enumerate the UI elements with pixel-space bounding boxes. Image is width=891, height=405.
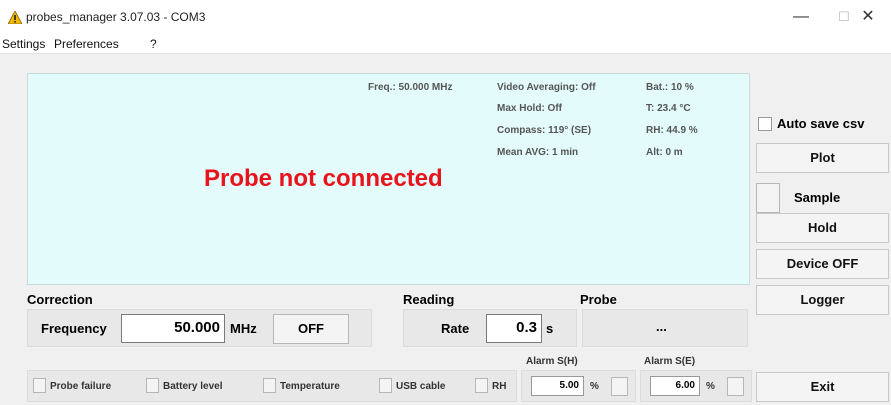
app-icon	[8, 11, 22, 24]
frequency-readout: Freq.: 50.000 MHz	[368, 82, 453, 93]
close-button[interactable]: ✕	[845, 0, 891, 34]
rh-indicator	[475, 378, 488, 393]
reading-section-label: Reading	[403, 292, 455, 307]
auto-save-label: Auto save csv	[777, 116, 865, 131]
plot-button[interactable]: Plot	[756, 143, 889, 173]
alarm-h-toggle[interactable]	[611, 377, 628, 396]
temperature-label: Temperature	[280, 381, 340, 392]
probe-status-message: Probe not connected	[204, 165, 443, 192]
exit-button[interactable]: Exit	[756, 372, 889, 402]
menu-help[interactable]: ?	[150, 37, 157, 51]
rh-label: RH	[492, 381, 507, 392]
sample-label: Sample	[794, 190, 841, 205]
menu-bar	[0, 34, 891, 54]
alarm-h-input[interactable]: 5.00	[531, 376, 584, 396]
minimize-button[interactable]: —	[778, 0, 824, 34]
logger-button[interactable]: Logger	[756, 285, 889, 315]
correction-section-label: Correction	[27, 292, 93, 307]
max-hold-readout: Max Hold: Off	[497, 103, 562, 114]
probe-failure-indicator	[33, 378, 46, 393]
temperature-indicator	[263, 378, 276, 393]
device-off-button[interactable]: Device OFF	[756, 249, 889, 279]
hold-button[interactable]: Hold	[756, 213, 889, 243]
frequency-input[interactable]: 50.000	[121, 314, 225, 343]
correction-off-button[interactable]: OFF	[273, 314, 349, 344]
frequency-label: Frequency	[41, 321, 107, 336]
alarm-e-label: Alarm S(E)	[644, 356, 696, 367]
battery-level-label: Battery level	[163, 381, 223, 392]
frequency-unit: MHz	[230, 321, 257, 336]
menu-preferences[interactable]: Preferences	[54, 37, 119, 51]
video-averaging-readout: Video Averaging: Off	[497, 82, 596, 93]
alarm-e-input[interactable]: 6.00	[650, 376, 700, 396]
mean-avg-readout: Mean AVG: 1 min	[497, 147, 579, 158]
battery-level-indicator	[146, 378, 159, 393]
rate-unit: s	[546, 321, 554, 336]
battery-readout: Bat.: 10 %	[646, 82, 694, 93]
alarm-h-label: Alarm S(H)	[526, 356, 578, 367]
alarm-e-toggle[interactable]	[727, 377, 744, 396]
rate-input[interactable]: 0.3	[486, 314, 542, 343]
usb-cable-label: USB cable	[396, 381, 446, 392]
probe-section-label: Probe	[580, 292, 617, 307]
temperature-readout: T: 23.4 °C	[646, 103, 691, 114]
rate-label: Rate	[441, 321, 470, 336]
alarm-e-unit: %	[706, 381, 715, 392]
menu-settings[interactable]: Settings	[2, 37, 45, 51]
usb-cable-indicator	[379, 378, 392, 393]
probe-failure-label: Probe failure	[50, 381, 112, 392]
humidity-readout: RH: 44.9 %	[646, 125, 698, 136]
auto-save-checkbox[interactable]	[758, 117, 772, 131]
sample-toggle[interactable]	[756, 183, 780, 213]
window-title: probes_manager 3.07.03 - COM3	[26, 10, 206, 24]
alarm-h-unit: %	[590, 381, 599, 392]
probe-value: ...	[656, 319, 667, 334]
altitude-readout: Alt: 0 m	[646, 147, 683, 158]
compass-readout: Compass: 119° (SE)	[497, 125, 592, 136]
